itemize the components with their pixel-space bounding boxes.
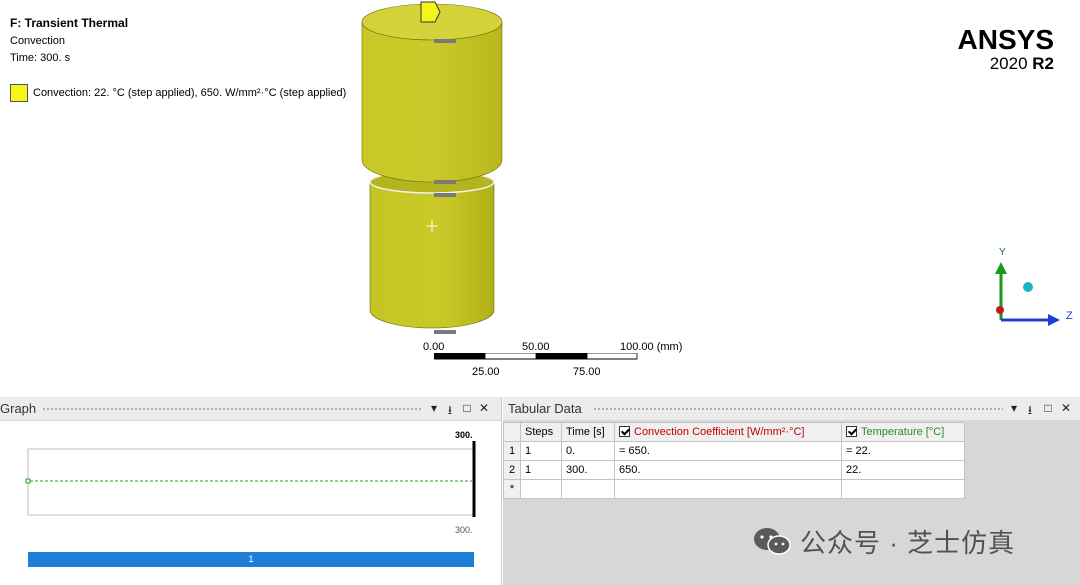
new-row-marker: *: [503, 479, 521, 499]
table-new-row[interactable]: *: [503, 479, 965, 499]
time-label: Time: 300. s: [10, 52, 71, 64]
graph-panel[interactable]: Graph ▾ ⭳ □ ✕ 300. 300. 1: [0, 397, 502, 585]
scale-label-100: 100.00 (mm): [620, 341, 683, 353]
cell-steps[interactable]: 1: [520, 441, 562, 461]
cell-time[interactable]: [561, 479, 615, 499]
maximize-icon[interactable]: □: [1042, 401, 1054, 415]
cell-convection[interactable]: = 650.: [614, 441, 842, 461]
scale-label-25: 25.00: [472, 366, 500, 378]
graph-plot-area[interactable]: [0, 441, 501, 521]
corner-cell: [503, 422, 521, 442]
convection-checkbox[interactable]: [619, 426, 630, 437]
scale-label-50: 50.00: [522, 341, 550, 353]
maximize-icon[interactable]: □: [461, 401, 473, 415]
column-header-steps[interactable]: Steps: [520, 422, 562, 442]
tabular-panel-title: Tabular Data: [508, 401, 582, 416]
graph-top-value: 300.: [455, 430, 473, 440]
column-header-temperature[interactable]: Temperature [°C]: [841, 422, 965, 442]
load-tag-icon: [420, 1, 441, 23]
cell-time[interactable]: 0.: [561, 441, 615, 461]
graph-panel-title: Graph: [0, 401, 37, 416]
tabular-panel-header[interactable]: Tabular Data ▾ ⭳ □ ✕: [503, 397, 1080, 421]
cell-convection[interactable]: [614, 479, 842, 499]
cell-steps[interactable]: [520, 479, 562, 499]
column-header-time[interactable]: Time [s]: [561, 422, 615, 442]
watermark-text: 公众号 · 芝士仿真: [800, 528, 1016, 558]
cell-time[interactable]: 300.: [561, 460, 615, 480]
object-name: Convection: [10, 35, 66, 47]
timeline-step-bar[interactable]: 1: [28, 552, 474, 567]
pin-icon[interactable]: ⭳: [1024, 401, 1036, 422]
dropdown-icon[interactable]: ▾: [428, 401, 440, 415]
axis-triad[interactable]: [984, 244, 1080, 340]
cell-temperature[interactable]: = 22.: [841, 441, 965, 461]
ansys-logo: ANSYS: [957, 24, 1054, 55]
graph-bottom-value: 300.: [455, 525, 473, 535]
scale-label-75: 75.00: [573, 366, 601, 378]
column-header-convection[interactable]: Convection Coefficient [W/mm²·°C]: [614, 422, 842, 442]
panel-grip[interactable]: [593, 407, 1003, 411]
row-number: 1: [503, 441, 521, 461]
ansys-version: 2020 R2: [989, 54, 1054, 73]
temperature-checkbox[interactable]: [846, 426, 857, 437]
z-axis-label: Z: [1066, 310, 1073, 322]
legend-color-swatch: [10, 84, 28, 102]
close-icon[interactable]: ✕: [478, 401, 490, 415]
analysis-title: F: Transient Thermal: [10, 16, 129, 30]
pin-icon[interactable]: ⭳: [444, 401, 456, 422]
cylinder-model[interactable]: [340, 0, 530, 345]
graphics-viewport[interactable]: F: Transient Thermal Convection Time: 30…: [0, 0, 1080, 397]
tabular-data-table[interactable]: Steps Time [s] Convection Coefficient [W…: [503, 422, 965, 499]
scale-bar: [434, 353, 638, 360]
cell-convection[interactable]: 650.: [614, 460, 842, 480]
table-row[interactable]: 1 1 0. = 650. = 22.: [503, 441, 965, 461]
cell-steps[interactable]: 1: [520, 460, 562, 480]
scale-label-0: 0.00: [423, 341, 445, 353]
cell-temperature[interactable]: 22.: [841, 460, 965, 480]
dropdown-icon[interactable]: ▾: [1008, 401, 1020, 415]
wechat-icon: [754, 528, 791, 555]
close-icon[interactable]: ✕: [1060, 401, 1072, 415]
table-header-row: Steps Time [s] Convection Coefficient [W…: [503, 422, 965, 442]
y-axis-label: Y: [999, 247, 1006, 258]
row-number: 2: [503, 460, 521, 480]
cell-temperature[interactable]: [841, 479, 965, 499]
legend-text: Convection: 22. °C (step applied), 650. …: [33, 87, 347, 99]
panel-grip[interactable]: [42, 407, 422, 411]
graph-panel-header[interactable]: Graph ▾ ⭳ □ ✕: [0, 397, 501, 421]
table-row[interactable]: 2 1 300. 650. 22.: [503, 460, 965, 480]
